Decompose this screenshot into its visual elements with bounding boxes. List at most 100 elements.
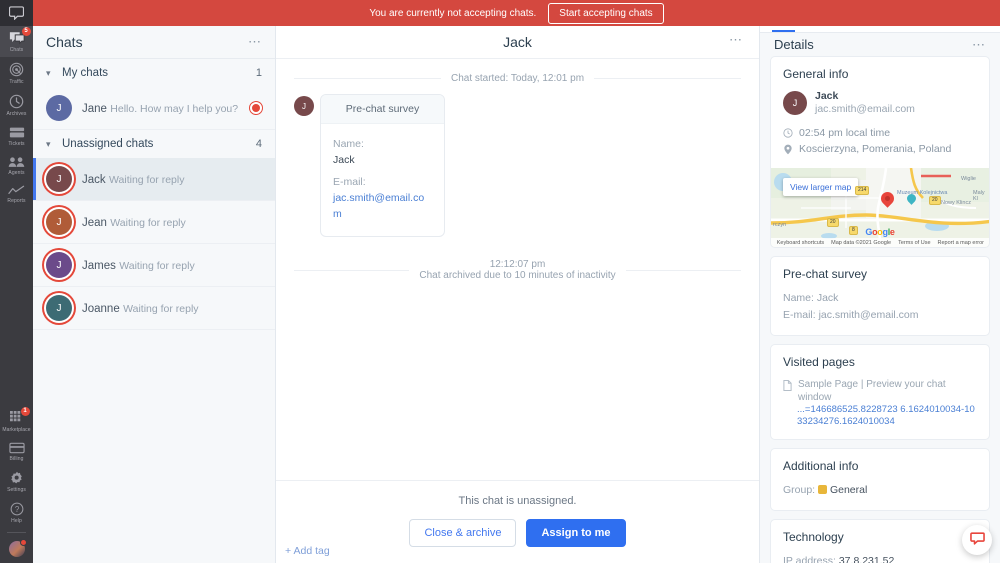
rail-divider — [7, 532, 26, 533]
chat-bubble-icon — [969, 531, 985, 549]
pre-chat-survey-card: Pre-chat survey Name: Jack E-mail: jac.s… — [320, 94, 445, 237]
details-scroll-area[interactable]: General info J Jack jac.smith@email.com … — [760, 56, 1000, 563]
chat-started-text: Chat started: Today, 12:01 pm — [450, 73, 585, 84]
technology-body: Technology IP address: 37.8.231.52 OS/De… — [771, 520, 989, 563]
map-shield-8: 8 — [849, 226, 858, 236]
list-item[interactable]: J James Waiting for reply — [33, 244, 275, 287]
sidebar-label-help: Help — [11, 518, 22, 524]
location-map[interactable]: View larger map 214 20 20 8 rczyn Wiglie… — [771, 168, 989, 248]
archives-clock-icon — [9, 94, 24, 109]
sidebar-label-tickets: Tickets — [8, 141, 25, 147]
chat-widget-button[interactable] — [962, 525, 992, 555]
sidebar-item-agents[interactable]: Agents — [0, 151, 33, 180]
chats-icon: 5 — [9, 27, 31, 45]
sidebar-item-marketplace[interactable]: 1 Marketplace — [0, 406, 33, 437]
more-options-icon[interactable]: ⋯ — [972, 38, 986, 51]
start-accepting-chats-button[interactable]: Start accepting chats — [548, 2, 664, 24]
sidebar-item-reports[interactable]: Reports — [0, 180, 33, 208]
group-row: Group: General — [783, 482, 977, 499]
technology-panel: Technology IP address: 37.8.231.52 OS/De… — [770, 519, 990, 563]
chevron-down-icon: ▾ — [46, 67, 51, 78]
group-color-chip — [818, 485, 828, 495]
general-info-body: General info J Jack jac.smith@email.com … — [771, 57, 989, 168]
location-pin-icon — [783, 144, 793, 155]
add-tag-button[interactable]: + Add tag — [285, 545, 330, 557]
sidebar-item-billing[interactable]: Billing — [0, 437, 33, 466]
sidebar-item-help[interactable]: ? Help — [0, 497, 33, 528]
avatar: J — [294, 96, 314, 116]
local-time-row: 02:54 pm local time — [783, 125, 977, 141]
chat-feed-footer: This chat is unassigned. Close & archive… — [276, 480, 759, 563]
map-shield-20b: 20 — [827, 218, 839, 228]
divider-line — [625, 269, 741, 271]
livechat-logo-icon[interactable] — [0, 0, 33, 26]
sidebar-item-archives[interactable]: Archives — [0, 89, 33, 121]
agent-avatar[interactable] — [8, 539, 27, 557]
card-name-value: Jack — [333, 154, 355, 166]
ip-address-row: IP address: 37.8.231.52 — [783, 553, 977, 563]
page-document-icon — [783, 378, 792, 392]
list-item-text: Jean Waiting for reply — [82, 215, 262, 230]
list-item-preview: Waiting for reply — [110, 216, 186, 229]
google-logo: Google — [865, 227, 895, 238]
sidebar-item-chats[interactable]: 5 Chats — [0, 26, 33, 57]
additional-info-title: Additional info — [783, 459, 859, 474]
map-label-rczyn: rczyn — [773, 222, 787, 229]
sidebar-item-settings[interactable]: Settings — [0, 466, 33, 497]
reports-chart-icon — [8, 185, 25, 196]
more-options-icon[interactable]: ⋯ — [729, 33, 743, 46]
list-item-name: Jean — [82, 216, 107, 229]
map-label-wiglie: Wiglie — [961, 176, 976, 183]
general-info-panel: General info J Jack jac.smith@email.com … — [770, 56, 990, 249]
avatar: J — [46, 252, 72, 278]
list-item-text: Jack Waiting for reply — [82, 172, 262, 187]
location-text: Koscierzyna, Pomerania, Poland — [799, 143, 952, 156]
visited-pages-title: Visited pages — [783, 355, 855, 370]
sidebar-item-traffic[interactable]: Traffic — [0, 57, 33, 89]
customer-name: Jack — [815, 90, 839, 103]
terms-of-use-link[interactable]: Terms of Use — [898, 240, 930, 246]
technology-title: Technology — [783, 530, 844, 545]
map-shield-20a: 20 — [929, 196, 941, 206]
sidebar-label-settings: Settings — [7, 487, 26, 493]
chat-archived-divider: 12:12:07 pm Chat archived due to 10 minu… — [276, 259, 759, 281]
chat-group-label: My chats — [62, 67, 109, 79]
keyboard-shortcuts-link[interactable]: Keyboard shortcuts — [777, 240, 824, 246]
close-archive-button[interactable]: Close & archive — [409, 519, 517, 547]
map-label-nowy-klincz: Nowy Klincz — [941, 200, 971, 207]
avatar: J — [46, 295, 72, 321]
unassigned-note: This chat is unassigned. — [458, 495, 577, 507]
list-item[interactable]: J Jane Hello. How may I help you? — [33, 87, 275, 130]
assign-to-me-button[interactable]: Assign to me — [526, 519, 626, 547]
chat-group-label: Unassigned chats — [62, 138, 154, 150]
card-email-value[interactable]: jac.smith@email.com — [333, 190, 432, 222]
sidebar-label-marketplace: Marketplace — [2, 427, 31, 433]
report-map-error-link[interactable]: Report a map error — [938, 240, 984, 246]
ip-address-label: IP address: — [783, 555, 836, 563]
list-item-name: Jack — [82, 173, 106, 186]
customer-identity-text: Jack jac.smith@email.com — [815, 90, 915, 116]
details-title: Details — [774, 37, 814, 53]
list-item[interactable]: J Jean Waiting for reply — [33, 201, 275, 244]
more-options-icon[interactable]: ⋯ — [248, 35, 262, 48]
map-credits: Keyboard shortcuts Map data ©2021 Google… — [771, 238, 989, 248]
visited-page-url[interactable]: ...=146686525.8228723 6.1624010034-10332… — [783, 404, 977, 428]
chat-feed-body: Chat started: Today, 12:01 pm J Pre-chat… — [276, 59, 759, 480]
view-larger-map-button[interactable]: View larger map — [783, 178, 859, 197]
list-item-preview: Hello. How may I help you? — [110, 102, 239, 115]
list-item-text: Jane Hello. How may I help you? — [82, 101, 240, 116]
list-item-text: James Waiting for reply — [82, 258, 262, 273]
settings-gear-icon — [10, 471, 24, 485]
chat-group-my-chats[interactable]: ▾ My chats 1 — [33, 59, 275, 87]
list-item[interactable]: J Joanne Waiting for reply — [33, 287, 275, 330]
survey-name-line: Name: Jack — [783, 292, 839, 305]
visited-page-item[interactable]: Sample Page | Preview your chat window — [783, 378, 977, 404]
list-item-name: Jane — [82, 102, 107, 115]
visited-pages-body: Visited pages Sample Page | Preview your… — [771, 345, 989, 439]
billing-card-icon — [8, 442, 25, 454]
sidebar-item-tickets[interactable]: Tickets — [0, 121, 33, 151]
clock-icon — [783, 128, 793, 138]
chat-group-unassigned[interactable]: ▾ Unassigned chats 4 — [33, 130, 275, 158]
list-item[interactable]: J Jack Waiting for reply — [33, 158, 275, 201]
chat-list-header: Chats ⋯ — [33, 26, 275, 59]
